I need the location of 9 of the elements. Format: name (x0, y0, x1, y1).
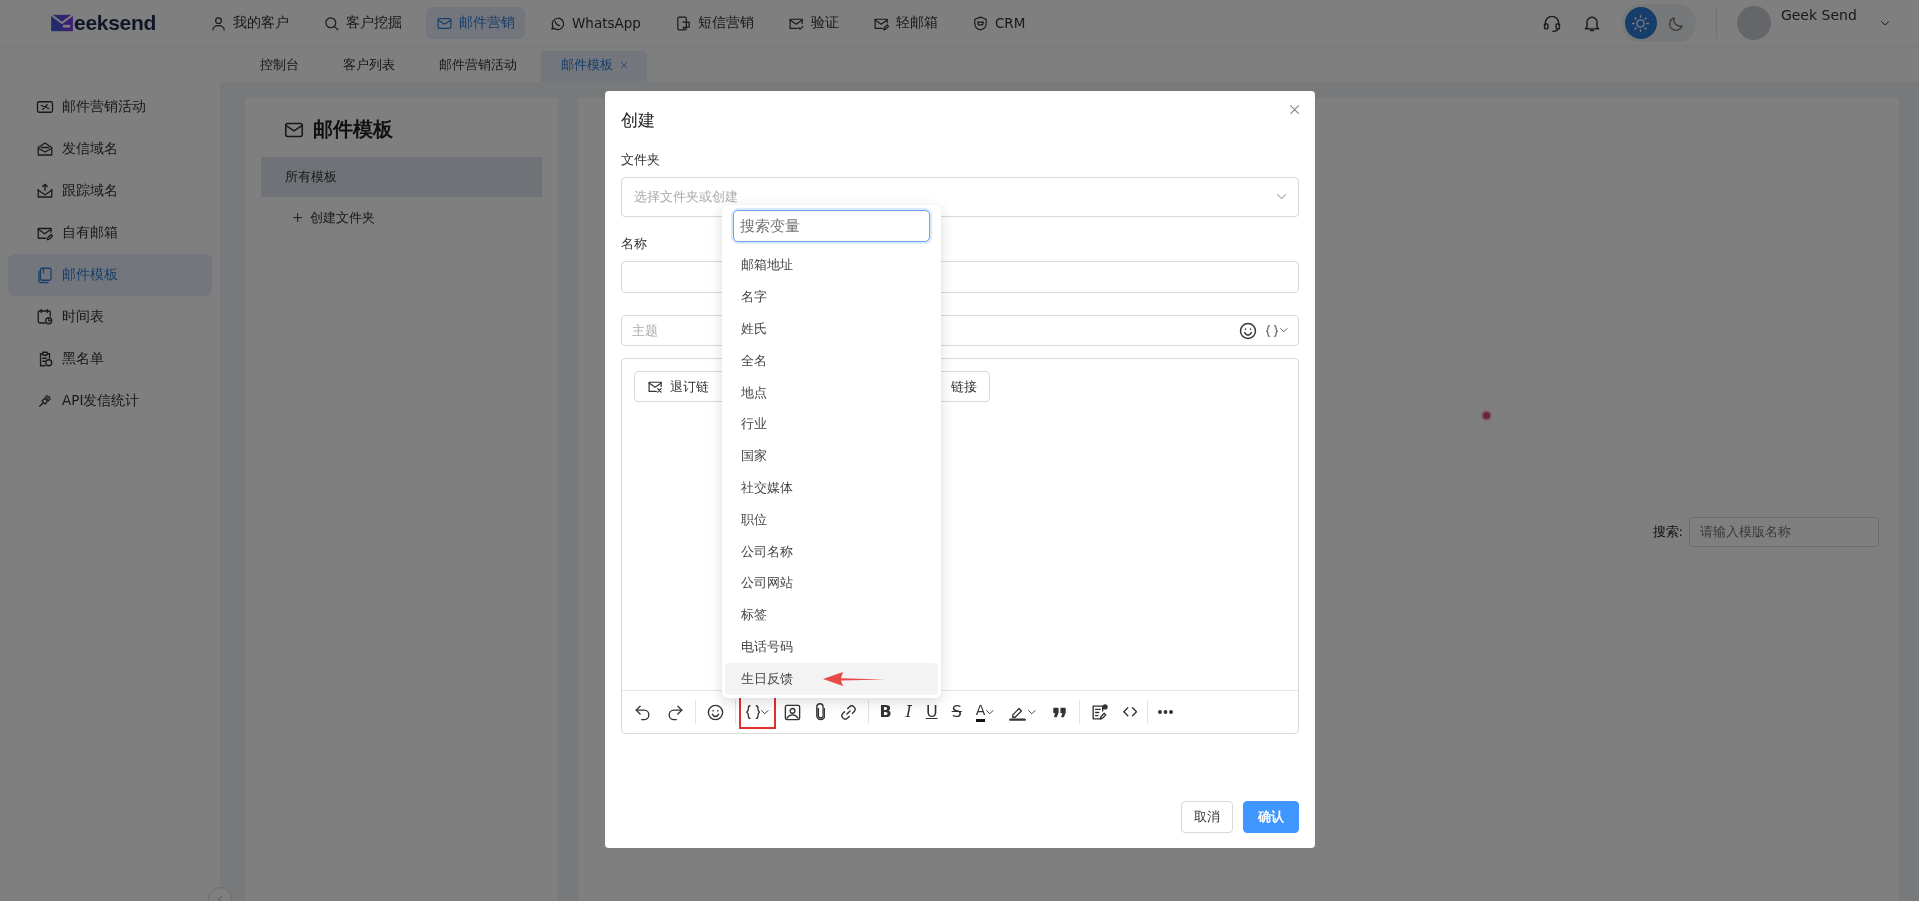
field-label: 名称 (621, 235, 647, 253)
logo-text: eeksend (74, 11, 156, 35)
dialog-title: 创建 (621, 109, 655, 132)
search-label: 搜索: (1652, 522, 1683, 541)
panel-title: 邮件模板 (313, 116, 393, 143)
subject-placeholder: 主题 (632, 321, 658, 340)
select-placeholder: 选择文件夹或创建 (634, 188, 738, 206)
field-label: 文件夹 (621, 151, 660, 169)
user-name: Geek Send (1780, 7, 1857, 23)
